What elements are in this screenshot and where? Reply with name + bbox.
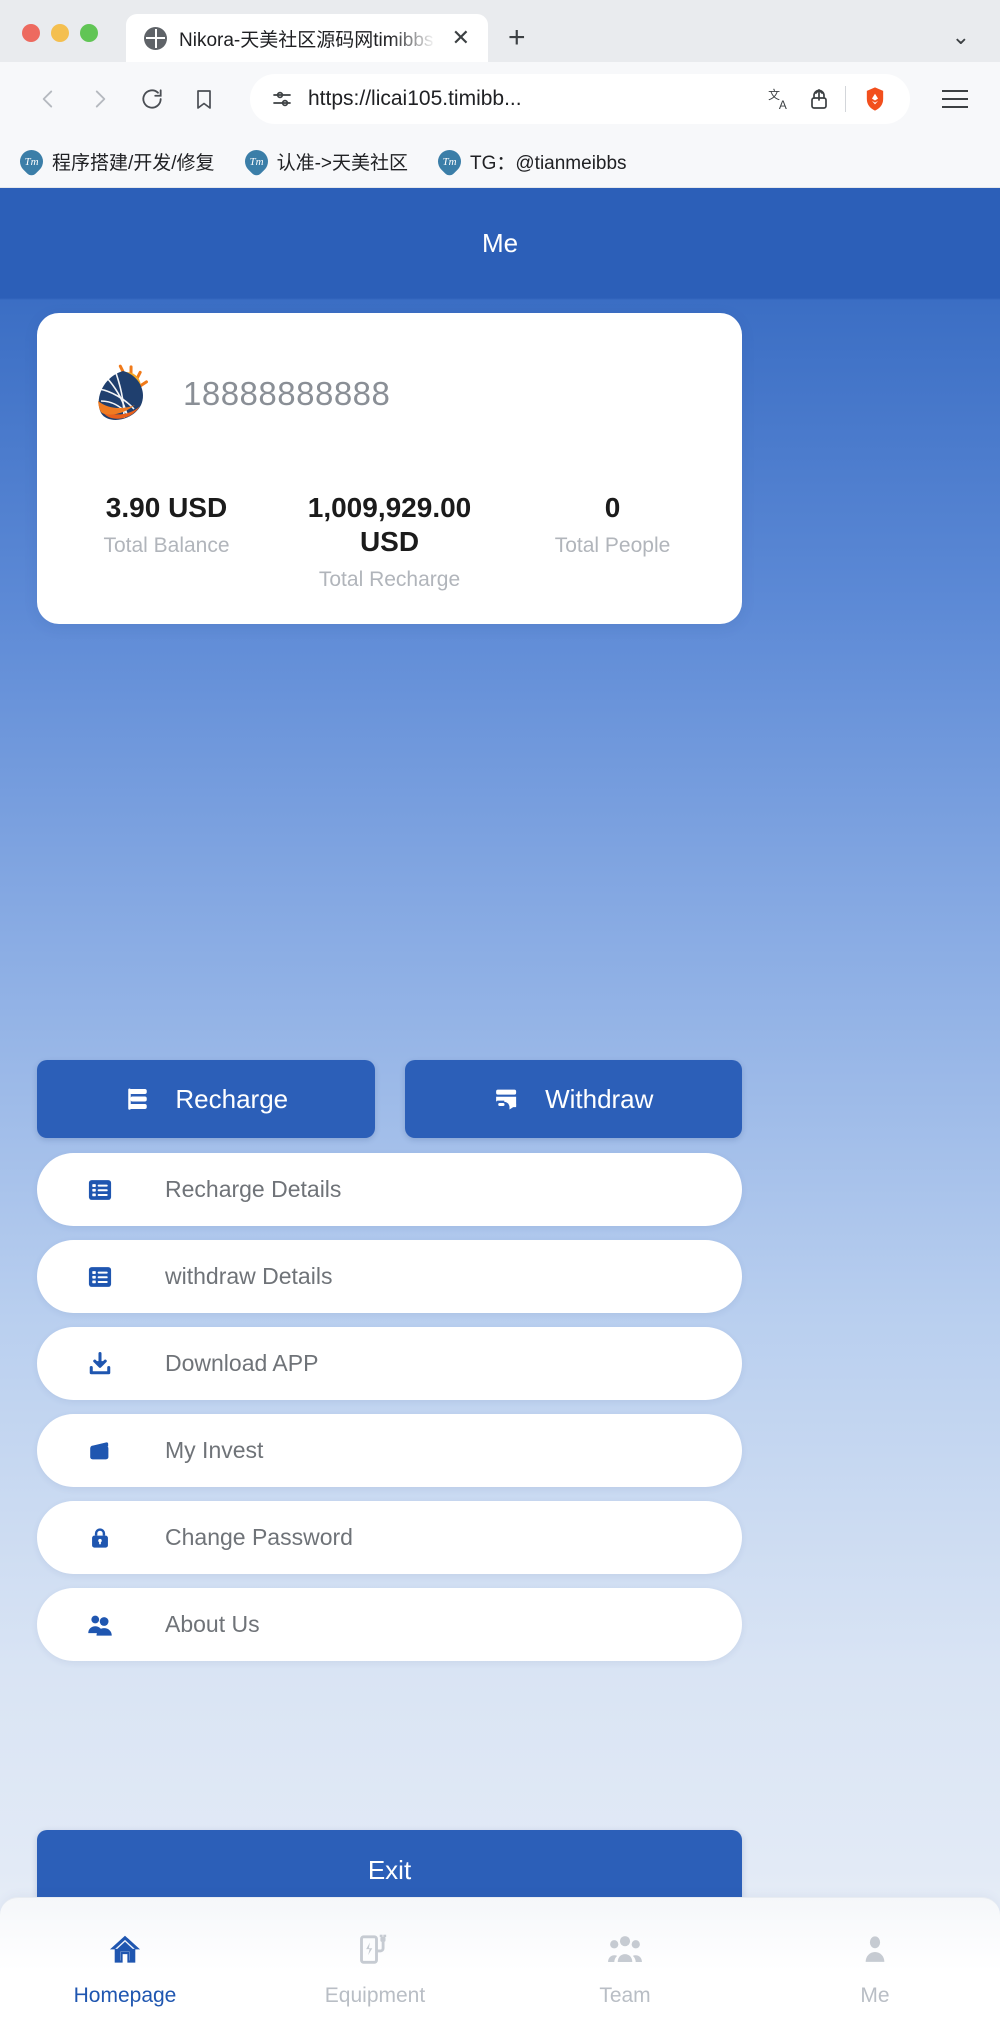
- primary-actions: Recharge Withdraw: [37, 1060, 742, 1138]
- tab-title: Nikora-天美社区源码网timibbs: [179, 29, 434, 51]
- charging-station-icon: [357, 1929, 393, 1971]
- tm-site-icon: Tm: [433, 145, 466, 178]
- window-traffic-lights: [22, 24, 98, 62]
- globe-icon: [144, 26, 167, 50]
- tm-site-icon: Tm: [239, 145, 273, 178]
- people-icon: [85, 1610, 115, 1640]
- chevron-down-icon[interactable]: ⌄: [952, 24, 970, 50]
- back-button[interactable]: [22, 73, 74, 125]
- translate-icon[interactable]: 文A: [767, 86, 793, 112]
- lock-icon: [85, 1523, 115, 1553]
- menu-item-label: Change Password: [165, 1524, 353, 1550]
- menu-item-my-invest[interactable]: My Invest: [37, 1414, 742, 1487]
- site-settings-icon[interactable]: [270, 87, 294, 111]
- nav-label: Team: [599, 1983, 651, 2007]
- stat-value: 0: [604, 492, 621, 523]
- person-icon: [858, 1929, 892, 1971]
- nav-item-equipment[interactable]: Equipment: [250, 1898, 500, 2018]
- browser-chrome: Nikora-天美社区源码网timibbs ✕ + ⌄ https://lica…: [0, 0, 1000, 188]
- address-bar[interactable]: https://licai105.timibb... 文A: [250, 74, 910, 124]
- stat-label: Total People: [554, 534, 671, 558]
- toolbar-divider: [845, 86, 846, 112]
- nav-item-me[interactable]: Me: [750, 1898, 1000, 2018]
- browser-toolbar: https://licai105.timibb... 文A: [0, 62, 1000, 136]
- maximize-window-button[interactable]: [80, 24, 98, 42]
- menu-item-label: My Invest: [165, 1437, 264, 1463]
- withdraw-button[interactable]: Withdraw: [404, 1060, 742, 1138]
- tab-strip: Nikora-天美社区源码网timibbs ✕ + ⌄: [0, 0, 1000, 62]
- phone-number: 18888888888: [183, 375, 391, 412]
- stat-total-balance: 3.90 USD Total Balance: [55, 491, 278, 558]
- svg-text:A: A: [779, 98, 787, 112]
- recharge-button[interactable]: Recharge: [37, 1060, 375, 1138]
- profile-identity: 18888888888: [37, 361, 742, 427]
- menu-item-label: About Us: [165, 1611, 260, 1637]
- menu-item-about-us[interactable]: About Us: [37, 1588, 742, 1661]
- bookmark-item[interactable]: Tm 认准->天美社区: [239, 145, 408, 178]
- list-box-icon: [85, 1262, 115, 1292]
- page-title: Me: [481, 227, 519, 258]
- menu-item-label: withdraw Details: [165, 1263, 333, 1289]
- profile-card: 18888888888 3.90 USD Total Balance 1,009…: [37, 313, 742, 625]
- exit-label: Exit: [367, 1854, 412, 1885]
- menu-item-change-password[interactable]: Change Password: [37, 1501, 742, 1574]
- nav-label: Homepage: [73, 1983, 177, 2007]
- stat-value: 1,009,929.00 USD: [307, 492, 472, 558]
- bookmark-button[interactable]: [178, 73, 230, 125]
- nav-item-team[interactable]: Team: [500, 1898, 750, 2018]
- nav-label: Equipment: [324, 1983, 426, 2007]
- card-arrow-icon: [493, 1084, 523, 1114]
- home-icon: [106, 1929, 144, 1971]
- menu-item-download-app[interactable]: Download APP: [37, 1327, 742, 1400]
- stat-total-recharge: 1,009,929.00 USD Total Recharge: [278, 491, 501, 592]
- reload-button[interactable]: [126, 73, 178, 125]
- bookmark-item[interactable]: Tm 程序搭建/开发/修复: [15, 145, 215, 178]
- menu-item-label: Recharge Details: [165, 1176, 342, 1202]
- bookmark-label: 程序搭建/开发/修复: [52, 153, 215, 174]
- bookmarks-bar: Tm 程序搭建/开发/修复 Tm 认准->天美社区 Tm TG：@tianmei…: [0, 136, 1000, 188]
- forward-button[interactable]: [74, 73, 126, 125]
- nav-label: Me: [860, 1983, 890, 2007]
- withdraw-label: Withdraw: [545, 1083, 654, 1114]
- app-header: Me: [0, 188, 1000, 298]
- menu-item-recharge-details[interactable]: Recharge Details: [37, 1153, 742, 1226]
- wallet-icon: [85, 1436, 115, 1466]
- share-icon[interactable]: [807, 87, 831, 111]
- group-icon: [606, 1929, 644, 1971]
- app-page: Me 18888888888 3.90 USD Total Balance 1,…: [0, 188, 1000, 2018]
- account-menu-list: Recharge Details withdraw Details Downlo…: [37, 1153, 742, 1661]
- browser-menu-button[interactable]: [932, 76, 978, 122]
- bookmark-item[interactable]: Tm TG：@tianmeibbs: [433, 145, 627, 178]
- stat-total-people: 0 Total People: [501, 491, 724, 558]
- bookmark-label: TG：@tianmeibbs: [470, 153, 627, 174]
- close-window-button[interactable]: [22, 24, 40, 42]
- profile-stats: 3.90 USD Total Balance 1,009,929.00 USD …: [37, 491, 742, 592]
- sun-globe-logo-icon: [89, 361, 155, 427]
- minimize-window-button[interactable]: [51, 24, 69, 42]
- url-text: https://licai105.timibb...: [308, 87, 522, 110]
- nav-item-homepage[interactable]: Homepage: [0, 1898, 250, 2018]
- new-tab-button[interactable]: +: [508, 23, 526, 62]
- download-icon: [85, 1349, 115, 1379]
- browser-tab[interactable]: Nikora-天美社区源码网timibbs ✕: [126, 14, 488, 62]
- money-stack-icon: [123, 1084, 153, 1114]
- brave-shields-icon[interactable]: [860, 84, 890, 114]
- list-box-icon: [85, 1175, 115, 1205]
- stat-label: Total Recharge: [318, 568, 461, 592]
- menu-item-withdraw-details[interactable]: withdraw Details: [37, 1240, 742, 1313]
- stat-value: 3.90 USD: [105, 492, 228, 523]
- bottom-navigation: Homepage Equipment Team Me: [0, 1897, 1000, 2018]
- stat-label: Total Balance: [103, 534, 230, 558]
- tm-site-icon: Tm: [15, 145, 48, 178]
- menu-item-label: Download APP: [165, 1350, 319, 1376]
- recharge-label: Recharge: [175, 1083, 289, 1114]
- bookmark-label: 认准->天美社区: [276, 153, 408, 174]
- close-icon[interactable]: ✕: [448, 25, 474, 51]
